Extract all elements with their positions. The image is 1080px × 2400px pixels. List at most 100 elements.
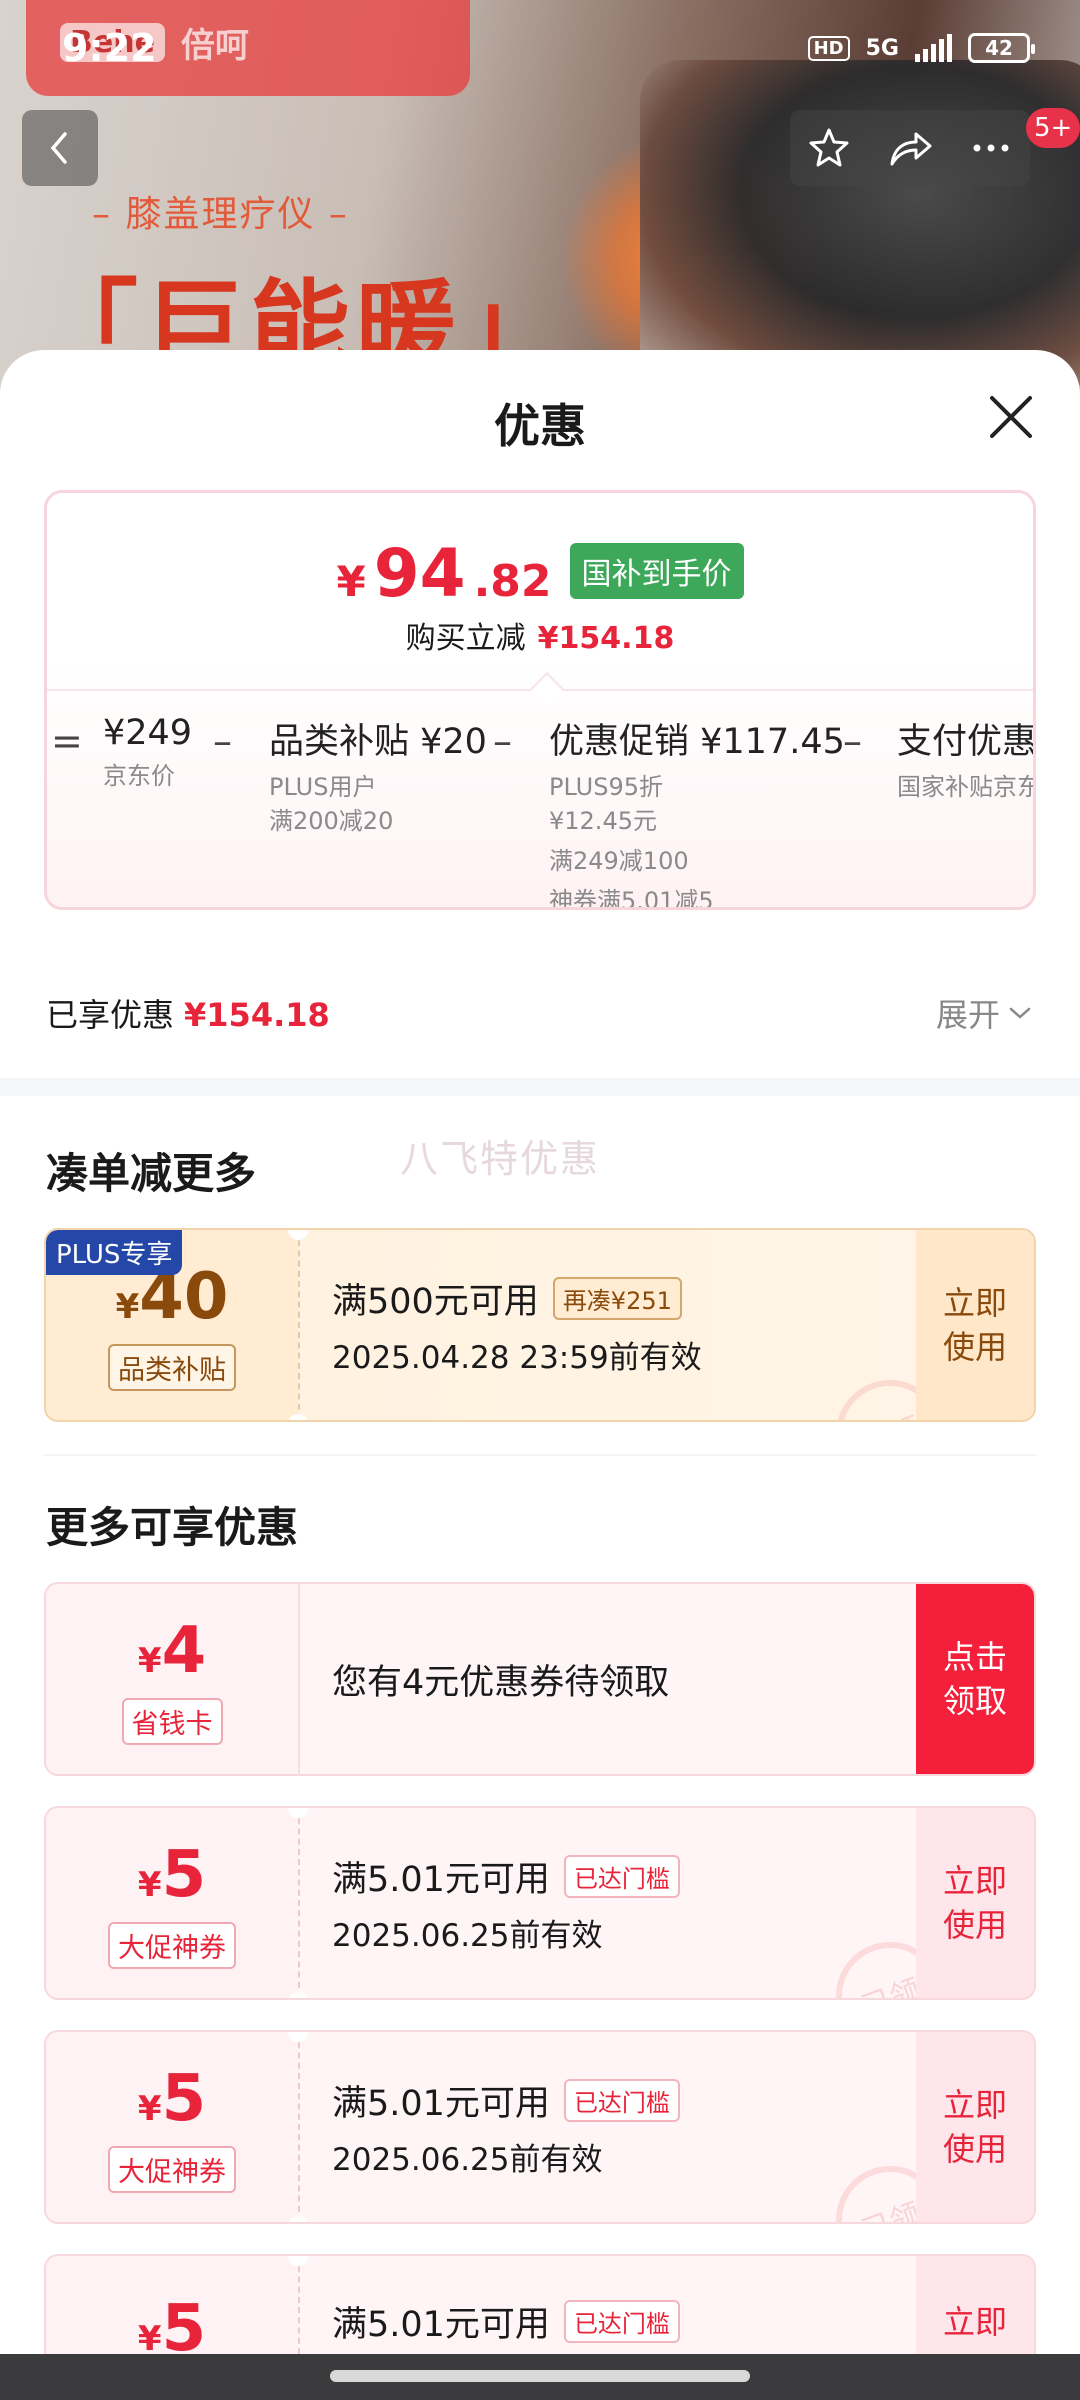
coupon-card: ¥4 省钱卡 您有4元优惠券待领取 点击 领取 [44,1582,1036,1776]
section-title-enjoy: 更多可享优惠 [46,1503,299,1552]
final-price: ¥ 94 .82 国补到手价 [47,535,1033,612]
jd-price-label: 京东价 [103,762,175,790]
coupon-type-tag: 省钱卡 [121,1697,223,1745]
coupon-separator [298,1584,300,1774]
minus-sign: – [493,719,512,763]
coupon-value: ¥5 大促神券 [46,1808,298,1998]
coupon-currency: ¥ [137,2088,162,2129]
action-line-2: 使用 [942,2130,1007,2168]
expand-button[interactable]: 展开 [936,990,1032,1036]
action-line-1: 立即 [942,2303,1007,2341]
coupon-value: ¥5 大促神券 [46,2032,298,2222]
plus-coupon: ¥40 品类补贴 PLUS专享 满500元可用 再凑¥251 2025.04.2… [44,1228,1036,1422]
action-line-2: 使用 [942,1906,1007,1944]
coupon-condition-text: 满5.01元可用 [332,1860,550,1900]
coupon-dashed-separator [298,2032,300,2222]
coupon-value: ¥4 省钱卡 [46,1584,298,1774]
section-title-more: 凑单减更多 [46,1149,257,1198]
system-nav-bar [0,2354,1080,2400]
price-decimal: .82 [473,556,552,607]
promotion-plus-discount: PLUS95折 [549,773,663,801]
payment-head: 支付优惠 [897,722,1036,762]
action-line-1: 立即 [942,1284,1007,1322]
minus-sign: – [213,719,232,763]
breakdown-jd-price: ¥249 京东价 [103,713,192,793]
star-icon[interactable] [807,126,851,170]
battery-icon: 42 [968,33,1035,63]
coupon-condition: 满5.01元可用 已达门槛 [332,1851,680,1902]
coupon-amount: ¥4 [138,1614,206,1688]
home-indicator[interactable] [330,2370,750,2382]
coupon-notch [288,1414,308,1420]
sheet-title: 优惠 [494,399,586,453]
action-line-1: 立即 [942,2086,1007,2124]
coupon-type-tag: 大促神券 [108,1921,236,1969]
enjoyed-amount: ¥154.18 [184,996,330,1034]
chevron-down-icon [1009,1007,1031,1019]
action-line-1: 点击 [942,1638,1007,1676]
more-dots-icon[interactable] [969,138,1013,158]
coupon-condition-text: 满5.01元可用 [332,2305,550,2345]
expand-label: 展开 [936,996,1001,1034]
coupon-amount: ¥5 [138,1838,206,1912]
coupon-amount: ¥5 [138,2062,206,2136]
coupon-details: 您有4元优惠券待领取 [332,1584,669,1774]
discount-sheet: 优惠 ¥ 94 .82 国补到手价 购买立减 ¥154.18 = ¥249 京东价… [0,350,1080,2400]
coupon-remaining-pill: 再凑¥251 [552,1277,682,1320]
coupon-condition-text: 满5.01元可用 [332,2084,550,2124]
reduction-label: 购买立减 [405,621,526,656]
promotion-head: 优惠促销 ¥117.45 [549,722,845,762]
coupon-condition: 满5.01元可用 已达门槛 [332,2075,680,2126]
coupon-currency: ¥ [137,2319,162,2359]
coupon-condition: 满500元可用 再凑¥251 [332,1273,702,1324]
category-subsidy-user: PLUS用户 [269,773,377,801]
threshold-met-pill: 已达门槛 [563,1855,680,1898]
share-icon[interactable] [886,126,934,170]
coupon-number: 5 [161,2061,207,2136]
coupon-currency: ¥ [115,1286,140,1327]
promotion-full-reduce: 满249减100 [549,847,689,875]
status-bar: 9:22 HD 5G 42 [0,0,1080,96]
subsidy-price-tag: 国补到手价 [569,543,744,599]
coupon-notch [288,1992,308,1998]
breakdown-promotion: 优惠促销 ¥117.45 PLUS95折 ¥12.45元 满249减100 神券… [549,713,845,907]
coupon-condition: 满5.01元可用 已达门槛 [332,2296,680,2347]
chevron-left-icon [50,132,67,164]
use-now-button[interactable]: 立即 使用 [916,1808,1034,1998]
close-icon[interactable] [982,388,1040,446]
coupon-validity: 2025.04.28 23:59前有效 [332,1340,702,1376]
use-now-button[interactable]: 立即 使用 [916,2032,1034,2222]
price-breakdown: = ¥249 京东价 – 品类补贴 ¥20 PLUS用户 满200减20 – 优… [47,713,1036,907]
divider-arrow [530,672,564,706]
banner-subtitle: – 膝盖理疗仪 – [92,194,349,235]
notification-badge: 5+ [1026,108,1080,148]
watermark: 八飞特优惠 [400,1137,601,1181]
coupon-details: 满5.01元可用 已达门槛 2025.06.25前有效 [332,2032,680,2222]
minus-sign: – [843,719,862,763]
battery-level: 42 [985,36,1013,60]
price-summary-card: ¥ 94 .82 国补到手价 购买立减 ¥154.18 = ¥249 京东价 – … [44,490,1036,910]
threshold-met-pill: 已达门槛 [563,2300,680,2343]
coupon-details: 满500元可用 再凑¥251 2025.04.28 23:59前有效 [332,1230,702,1420]
coupon-card: ¥5 大促神券 满5.01元可用 已达门槛 2025.06.25前有效 已领 立… [44,1806,1036,2000]
coupon-validity: 2025.06.25前有效 [332,1918,603,1954]
coupon-card: ¥5 大促神券 满5.01元可用 已达门槛 2025.06.25前有效 已领 立… [44,2030,1036,2224]
coupon-number: 4 [161,1613,207,1688]
breakdown-category-subsidy: 品类补贴 ¥20 PLUS用户 满200减20 [269,713,487,838]
equals-sign: = [51,719,83,763]
claim-button[interactable]: 点击 领取 [916,1584,1034,1774]
category-subsidy-head: 品类补贴 ¥20 [269,722,487,762]
enjoyed-discount: 已享优惠 ¥154.18 [46,990,330,1036]
coupon-type-tag: 大促神券 [108,2145,236,2193]
instant-reduction: 购买立减 ¥154.18 [47,613,1033,657]
breakdown-payment: 支付优惠 国家补贴京东 [897,713,1036,804]
coupon-validity: 2025.06.25前有效 [332,2142,603,2178]
coupon-number: 5 [161,1837,207,1912]
coupon-dashed-separator [298,1230,300,1420]
use-now-button[interactable]: 立即 使用 [916,1230,1034,1420]
plus-badge: PLUS专享 [46,1230,183,1275]
back-button[interactable] [22,110,98,186]
coupon-condition-text: 您有4元优惠券待领取 [332,1662,670,1703]
threshold-met-pill: 已达门槛 [563,2079,680,2122]
coupon-condition: 您有4元优惠券待领取 [332,1654,669,1705]
